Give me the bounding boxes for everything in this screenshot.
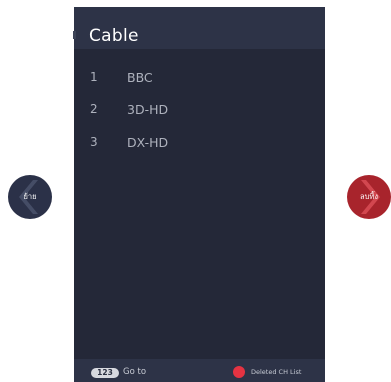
channel-name: DX-HD [127, 135, 169, 150]
panel-header: Cable [73, 7, 325, 49]
channel-name: BBC [127, 70, 153, 85]
footer-hint-bar: 123 Go to Deleted CH List [74, 359, 325, 382]
number-key-badge: 123 [91, 368, 119, 378]
panel-edge-marker [73, 31, 76, 39]
red-key-icon [233, 366, 245, 378]
channel-number: 2 [90, 102, 98, 116]
channel-row[interactable]: 2 3D-HD [74, 102, 325, 122]
screen: Cable 1 BBC 2 3D-HD 3 DX-HD 123 Go to De… [0, 0, 391, 382]
channel-list-panel: Cable 1 BBC 2 3D-HD 3 DX-HD 123 Go to De… [73, 7, 325, 382]
delete-button[interactable]: ลบทิ้ง [347, 175, 391, 219]
page-title: Cable [89, 26, 139, 46]
goto-hint-label: Go to [123, 367, 147, 377]
deleted-ch-list-label: Deleted CH List [251, 368, 302, 376]
channel-row[interactable]: 1 BBC [74, 70, 325, 90]
channel-number: 3 [90, 135, 98, 149]
move-button[interactable]: ย้าย [8, 175, 52, 219]
channel-number: 1 [90, 70, 98, 84]
move-button-label: ย้าย [23, 192, 37, 201]
channel-name: 3D-HD [127, 102, 169, 117]
delete-button-label: ลบทิ้ง [360, 192, 378, 201]
channel-row[interactable]: 3 DX-HD [74, 135, 325, 155]
